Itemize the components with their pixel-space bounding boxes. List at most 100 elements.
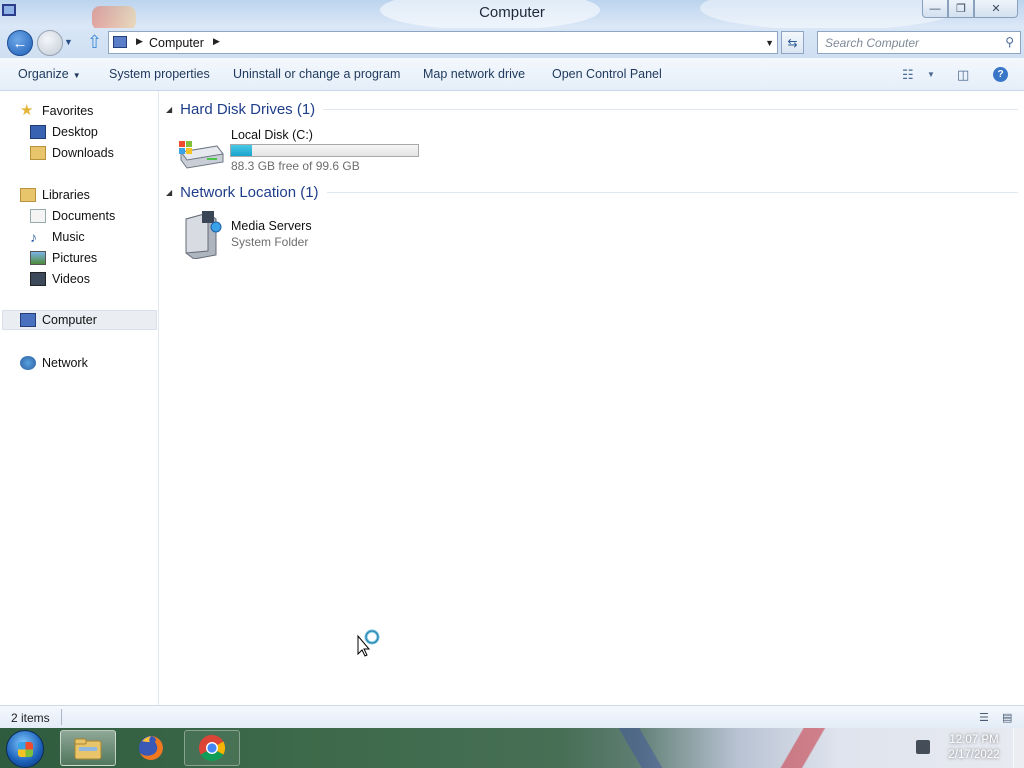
search-box[interactable]: ⚲: [817, 31, 1021, 54]
sidebar-item-music[interactable]: ♪ Music: [30, 227, 85, 247]
help-icon[interactable]: ?: [993, 67, 1008, 82]
sidebar-item-label: Network: [42, 356, 88, 370]
sidebar-item-label: Libraries: [42, 188, 90, 202]
sidebar-item-favorites[interactable]: ★ Favorites: [20, 101, 93, 121]
sidebar-item-documents[interactable]: Documents: [30, 206, 115, 226]
network-location-name: Media Servers: [231, 219, 312, 233]
navigation-pane: ★ Favorites Desktop Downloads Libraries …: [0, 91, 159, 705]
network-icon: [20, 356, 36, 370]
large-icons-view-icon[interactable]: ▤: [1002, 711, 1012, 724]
address-bar[interactable]: ▶ Computer ▶ ▼: [108, 31, 778, 54]
group-header-network-location[interactable]: ◢ Network Location (1): [166, 184, 1018, 201]
computer-icon: [113, 36, 127, 48]
sidebar-item-label: Music: [52, 230, 85, 244]
taskbar-chrome-button[interactable]: [184, 730, 240, 766]
command-bar: Organize ▼ System properties Uninstall or…: [0, 58, 1024, 91]
forward-button[interactable]: [37, 30, 63, 56]
sidebar-item-pictures[interactable]: Pictures: [30, 248, 97, 268]
clock-date: 2/17/2022: [948, 749, 1000, 761]
change-view-icon[interactable]: ☷: [902, 67, 914, 83]
sidebar-item-label: Downloads: [52, 146, 114, 160]
network-location-type: System Folder: [231, 235, 309, 249]
recent-pages-dropdown-icon[interactable]: ▼: [64, 37, 73, 47]
wallpaper-decoration: [760, 728, 880, 768]
view-options-dropdown-icon[interactable]: ▼: [927, 70, 935, 79]
taskbar-firefox-button[interactable]: [123, 730, 179, 766]
refresh-icon: ⇆: [787, 35, 798, 50]
sidebar-item-label: Desktop: [52, 125, 98, 139]
drive-usage-fill: [231, 145, 253, 156]
map-network-drive-button[interactable]: Map network drive: [423, 67, 525, 81]
close-button[interactable]: ✕: [974, 0, 1018, 18]
drive-free-space: 88.3 GB free of 99.6 GB: [231, 159, 360, 173]
computer-icon: [20, 313, 36, 327]
sidebar-item-desktop[interactable]: Desktop: [30, 122, 98, 142]
sidebar-item-label: Favorites: [42, 104, 94, 118]
hard-drive-icon: [179, 141, 224, 169]
start-button[interactable]: [6, 730, 44, 768]
group-header-hard-disks[interactable]: ◢ Hard Disk Drives (1): [166, 101, 1018, 118]
star-icon: ★: [20, 102, 34, 119]
open-control-panel-button[interactable]: Open Control Panel: [552, 67, 662, 81]
group-title: Hard Disk Drives (1): [180, 101, 316, 118]
sidebar-item-network[interactable]: Network: [20, 353, 88, 373]
back-button[interactable]: ←: [7, 30, 33, 56]
sidebar-item-computer[interactable]: Computer: [2, 310, 157, 330]
item-count: 2 items: [11, 711, 50, 725]
content-pane: ◢ Hard Disk Drives (1) Local Disk (C:) 8…: [160, 91, 1024, 705]
desktop-icon: [30, 125, 46, 139]
preview-pane-icon[interactable]: ◫: [957, 67, 969, 83]
firefox-icon: [139, 736, 163, 760]
details-view-icon[interactable]: ☰: [979, 711, 989, 724]
group-divider: [326, 192, 1018, 193]
search-input[interactable]: [818, 32, 993, 53]
sidebar-item-videos[interactable]: Videos: [30, 269, 90, 289]
sidebar-item-label: Documents: [52, 209, 116, 223]
sidebar-item-label: Computer: [42, 313, 97, 327]
uninstall-program-button[interactable]: Uninstall or change a program: [233, 67, 400, 81]
libraries-icon: [20, 188, 36, 202]
collapse-icon[interactable]: ◢: [166, 105, 172, 114]
breadcrumb-computer[interactable]: Computer: [149, 36, 204, 50]
group-title: Network Location (1): [180, 184, 319, 201]
title-bar: Computer — ❐ ✕: [0, 0, 1024, 28]
system-properties-button[interactable]: System properties: [109, 67, 210, 81]
minimize-button[interactable]: —: [922, 0, 948, 18]
show-desktop-button[interactable]: [1013, 728, 1024, 768]
sidebar-item-label: Pictures: [52, 251, 98, 265]
videos-icon: [30, 272, 46, 286]
music-icon: ♪: [30, 229, 37, 245]
chrome-icon: [198, 734, 226, 762]
wallpaper-decoration: [600, 728, 680, 768]
drive-name: Local Disk (C:): [231, 128, 313, 142]
up-arrow-icon[interactable]: ⇧: [87, 33, 102, 51]
back-arrow-icon: ←: [12, 34, 28, 52]
address-dropdown-icon[interactable]: ▼: [765, 38, 774, 48]
taskbar: 12:07 PM 2/17/2022: [0, 728, 1024, 768]
clock-time: 12:07 PM: [949, 734, 999, 746]
taskbar-clock[interactable]: 12:07 PM 2/17/2022: [940, 733, 1008, 763]
pictures-icon: [30, 251, 46, 265]
sidebar-item-label: Videos: [52, 272, 90, 286]
group-divider: [323, 109, 1018, 110]
sidebar-item-libraries[interactable]: Libraries: [20, 185, 90, 205]
organize-button[interactable]: Organize ▼: [18, 67, 81, 81]
maximize-button[interactable]: ❐: [948, 0, 974, 18]
window-controls: — ❐ ✕: [922, 0, 1018, 18]
documents-icon: [30, 209, 46, 223]
busy-cursor-icon: [357, 629, 380, 657]
refresh-button[interactable]: ⇆: [781, 31, 804, 54]
downloads-folder-icon: [30, 146, 46, 160]
search-icon[interactable]: ⚲: [1005, 35, 1014, 49]
status-divider: [61, 709, 62, 725]
sidebar-item-downloads[interactable]: Downloads: [30, 143, 114, 163]
collapse-icon[interactable]: ◢: [166, 188, 172, 197]
breadcrumb-chevron-icon[interactable]: ▶: [213, 36, 220, 47]
network-tray-icon[interactable]: [916, 740, 930, 754]
taskbar-explorer-button[interactable]: [60, 730, 116, 766]
media-server-icon: [185, 211, 222, 259]
status-bar: 2 items ☰ ▤: [0, 705, 1024, 728]
navigation-bar: ← ▼ ⇧ ▶ Computer ▶ ▼ ⇆ ⚲: [0, 28, 1024, 58]
breadcrumb-chevron-icon[interactable]: ▶: [136, 36, 143, 47]
explorer-icon: [74, 738, 102, 760]
